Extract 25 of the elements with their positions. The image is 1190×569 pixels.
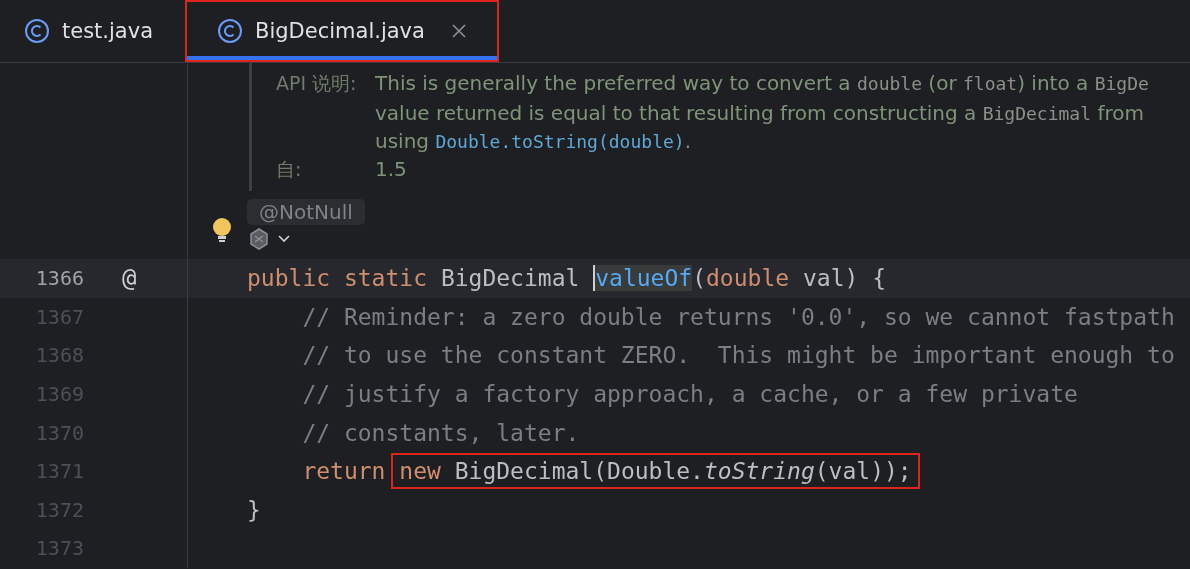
doc-text: using Double.toString(double). [375,129,692,153]
tab-label: test.java [62,19,153,43]
tab-label: BigDecimal.java [255,19,425,43]
code-line: public static BigDecimal valueOf(double val) { [247,264,887,294]
editor-tab[interactable]: test.java [0,0,177,62]
line-number: 1366 [34,266,84,291]
code-line: // Reminder: a zero double returns '0.0', so we cannot fastpath [301,302,1175,332]
gutter-marker[interactable]: @ [122,264,137,293]
close-icon[interactable] [450,23,467,39]
doc-label: API 说明: [276,71,358,96]
code-line: // to use the constant ZERO. This might be important enough to [301,341,1175,371]
doc-label: 自: [276,157,303,182]
editor-tab[interactable]: BigDecimal.java [185,0,499,62]
ai-assistant-icon[interactable] [247,227,271,251]
chevron-down-icon[interactable] [277,234,291,244]
doc-text: 1.5 [375,157,408,183]
code-line: // justify a factory approach, a cache, or a few private [301,380,1078,410]
class-icon [24,18,50,44]
class-icon [217,18,243,44]
lightbulb-icon[interactable] [211,217,233,245]
code-line: // constants, later. [301,418,580,448]
code-line: } [247,495,261,525]
doc-text: This is generally the preferred way to convert a double (or float) into a BigDe [375,71,1150,97]
doc-text: value returned is equal to that resulting from constructing a BigDecimal from [375,101,1145,125]
annotation-hint: @NotNull [247,199,365,225]
